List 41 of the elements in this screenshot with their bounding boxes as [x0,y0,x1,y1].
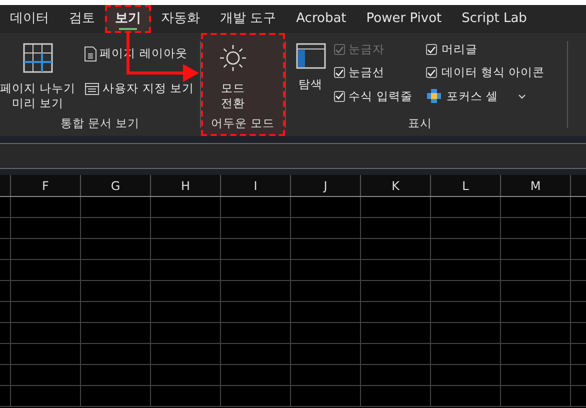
ribbon-button[interactable]: 포커스 셀 [424,84,547,108]
cross-icon [426,88,442,104]
column-header[interactable]: M [500,175,570,196]
checkbox: 눈금자 [332,38,414,62]
group-label: 표시 [407,114,434,132]
ribbon-tab[interactable]: 자동화 [151,5,210,33]
checkmark-icon [334,92,344,100]
ribbon-tab[interactable]: Script Lab [452,5,537,33]
grid-icon [22,43,53,73]
caret-icon[interactable] [518,94,526,99]
checkmark-icon [334,46,344,54]
ribbon-tab[interactable]: 보기 [105,5,151,33]
column-header[interactable]: J [290,175,360,196]
checkmark-icon [334,68,344,77]
ribbon-tab[interactable]: 데이터 [0,5,59,33]
sun-icon [218,43,248,73]
window-icon [84,80,100,97]
ribbon-button[interactable]: 탐색 [294,35,328,94]
column-header[interactable]: L [430,175,500,196]
checkbox[interactable]: 눈금선 [332,61,414,84]
group-label: 통합 문서 보기 [59,114,141,132]
ribbon-tab[interactable]: Power Pivot [356,5,452,33]
ribbon-button[interactable]: 사용자 지정 보기 [82,78,196,100]
column-header[interactable]: F [10,175,80,196]
column-header[interactable]: H [150,175,220,196]
ribbon-tab[interactable]: 검토 [59,5,105,33]
column-header[interactable]: G [80,175,150,196]
column-header[interactable]: I [220,175,290,196]
checkmark-icon [427,68,436,77]
column-header[interactable]: K [360,175,430,196]
ribbon-button[interactable]: 페이지 나누기 미리 보기 [0,35,78,113]
group-label: 어두운 모드 [211,114,275,132]
ribbon-tab[interactable]: Acrobat [286,5,356,33]
checkmark-icon [427,46,436,54]
sidebar-pane-icon [296,43,326,69]
checkbox[interactable]: 수식 입력줄 [332,84,414,108]
checkbox[interactable]: 데이터 형식 아이콘 [424,61,547,84]
checkbox[interactable]: 머리글 [424,38,547,62]
ribbon-button[interactable]: 모드 전환 [211,35,255,113]
page-icon [84,46,97,62]
ribbon-tab[interactable]: 개발 도구 [210,5,286,33]
